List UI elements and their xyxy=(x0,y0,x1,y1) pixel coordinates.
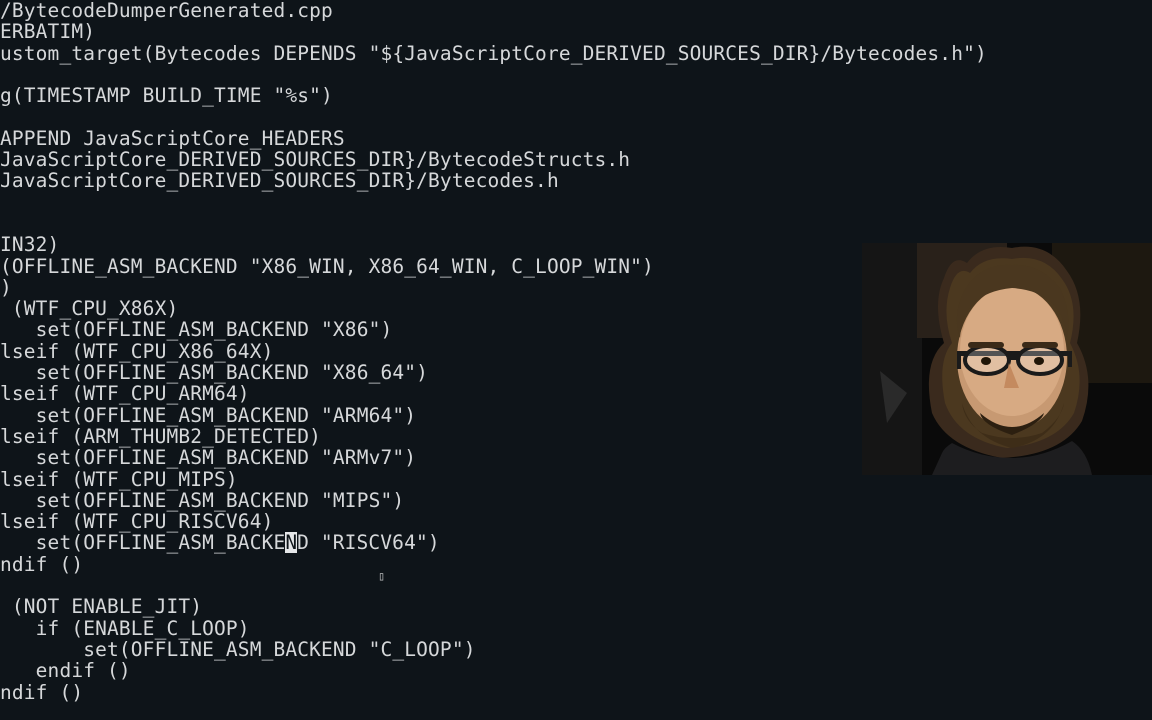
code-line: JavaScriptCore_DERIVED_SOURCES_DIR}/Byte… xyxy=(0,149,1152,170)
code-line: endif () xyxy=(0,660,1152,681)
code-line: JavaScriptCore_DERIVED_SOURCES_DIR}/Byte… xyxy=(0,170,1152,191)
code-line: APPEND JavaScriptCore_HEADERS xyxy=(0,128,1152,149)
code-line: set(OFFLINE_ASM_BACKEND "C_LOOP") xyxy=(0,639,1152,660)
code-line xyxy=(0,213,1152,234)
code-line xyxy=(0,64,1152,85)
code-line: ndif () xyxy=(0,682,1152,703)
person-icon xyxy=(862,243,1152,475)
code-line: set(OFFLINE_ASM_BACKEND "RISCV64") xyxy=(0,532,1152,553)
code-line: /BytecodeDumperGenerated.cpp xyxy=(0,0,1152,21)
text-cursor: N xyxy=(285,532,297,553)
code-line: ERBATIM) xyxy=(0,21,1152,42)
code-line: if (ENABLE_C_LOOP) xyxy=(0,618,1152,639)
code-line: lseif (WTF_CPU_RISCV64) xyxy=(0,511,1152,532)
code-line xyxy=(0,106,1152,127)
code-line: ustom_target(Bytecodes DEPENDS "${JavaSc… xyxy=(0,43,1152,64)
code-line xyxy=(0,575,1152,596)
webcam-overlay xyxy=(862,243,1152,475)
code-line: g(TIMESTAMP BUILD_TIME "%s") xyxy=(0,85,1152,106)
code-line xyxy=(0,192,1152,213)
code-line: (NOT ENABLE_JIT) xyxy=(0,596,1152,617)
code-line: ndif () xyxy=(0,554,1152,575)
code-line: set(OFFLINE_ASM_BACKEND "MIPS") xyxy=(0,490,1152,511)
